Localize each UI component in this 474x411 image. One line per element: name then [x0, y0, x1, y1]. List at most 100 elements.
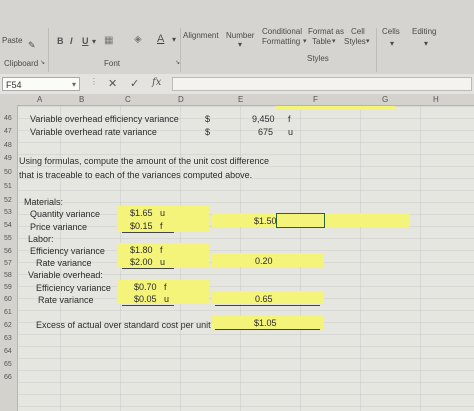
insert-function-icon[interactable]: fx [152, 77, 161, 88]
row-number[interactable]: 58 [4, 272, 12, 279]
cell-a57[interactable]: Rate variance [36, 258, 92, 268]
cell-a56[interactable]: Efficiency variance [30, 246, 105, 256]
row-number[interactable]: 53 [4, 209, 12, 216]
styles-group-label: Styles [307, 54, 329, 63]
column-header-a[interactable]: A [37, 95, 42, 104]
cell-b47[interactable]: Variable overhead rate variance [30, 127, 157, 137]
italic-button[interactable]: I [70, 36, 73, 46]
cell-a52[interactable]: Materials: [24, 197, 63, 207]
cell-e54[interactable]: $1.50 [254, 216, 277, 226]
cell-c60[interactable]: $0.05 [134, 294, 157, 304]
font-group-label: Font [104, 59, 121, 68]
selected-cell-F54[interactable] [276, 213, 325, 228]
editing-button[interactable]: Editing [412, 27, 436, 36]
format-as-table-line2[interactable]: Table [312, 37, 331, 46]
chevron-down-icon[interactable]: ▾ [172, 35, 176, 44]
chevron-down-icon: ▾ [238, 40, 243, 49]
row-number[interactable]: 52 [4, 197, 12, 204]
column-header-e[interactable]: E [238, 95, 243, 104]
cell-a58[interactable]: Variable overhead: [28, 270, 103, 280]
name-box[interactable]: F54 ▾ [2, 77, 80, 91]
row-number[interactable]: 46 [4, 115, 12, 122]
formula-bar: F54 ▾ ⋮ ✕ ✓ fx [0, 74, 474, 95]
cells-button[interactable]: Cells [382, 27, 400, 36]
cell-a55[interactable]: Labor: [28, 234, 54, 244]
cell-b46[interactable]: Variable overhead efficiency variance [30, 114, 179, 124]
cell-styles-line1[interactable]: Cell [351, 27, 365, 36]
column-header-g[interactable]: G [382, 95, 388, 104]
cell-e47[interactable]: 675 [258, 127, 273, 137]
cell-a53[interactable]: Quantity variance [30, 209, 100, 219]
cell-d47[interactable]: $ [205, 127, 210, 137]
chevron-down-icon[interactable]: ▾ [92, 37, 96, 46]
format-painter-icon[interactable]: ✎ [28, 40, 36, 51]
cell-c59-tag: f [164, 282, 167, 292]
cell-a49[interactable]: Using formulas, compute the amount of th… [19, 156, 269, 166]
column-header-c[interactable]: C [125, 95, 131, 104]
row-number[interactable]: 65 [4, 361, 12, 368]
row-number[interactable]: 57 [4, 260, 12, 267]
cell-a50[interactable]: that is traceable to each of the varianc… [19, 170, 252, 180]
underline-button[interactable]: U [82, 36, 89, 46]
row-number[interactable]: 54 [4, 222, 12, 229]
row-number[interactable]: 56 [4, 248, 12, 255]
cell-styles-line2[interactable]: Styles [344, 37, 366, 46]
cell-e46[interactable]: 9,450 [252, 114, 275, 124]
conditional-formatting-line2[interactable]: Formatting [262, 37, 300, 46]
fill-color-icon[interactable]: ◈ [134, 34, 142, 45]
column-header-b[interactable]: B [79, 95, 84, 104]
alignment-button[interactable]: Alignment [183, 31, 219, 40]
column-header-d[interactable]: D [178, 95, 184, 104]
chevron-down-icon[interactable]: ▾ [72, 78, 76, 92]
row-number[interactable]: 51 [4, 183, 12, 190]
cell-e60[interactable]: 0.65 [255, 294, 273, 304]
cell-a60[interactable]: Rate variance [38, 295, 94, 305]
column-header-f[interactable]: F [313, 95, 318, 104]
row-number[interactable]: 59 [4, 284, 12, 291]
enter-icon[interactable]: ✓ [130, 77, 139, 90]
ribbon-separator [180, 28, 181, 72]
cell-d46[interactable]: $ [205, 114, 210, 124]
cell-a59[interactable]: Efficiency variance [36, 283, 111, 293]
row-number[interactable]: 49 [4, 155, 12, 162]
underline [122, 232, 174, 233]
borders-icon[interactable]: ▦ [104, 35, 113, 46]
underline [215, 329, 320, 330]
chevron-down-icon: ▾ [424, 39, 429, 48]
row-number[interactable]: 66 [4, 374, 12, 381]
row-number[interactable]: 47 [4, 128, 12, 135]
font-color-button[interactable]: A [157, 33, 164, 45]
row-number[interactable]: 60 [4, 296, 12, 303]
cell-e62[interactable]: $1.05 [254, 318, 277, 328]
conditional-formatting-line1[interactable]: Conditional [262, 27, 302, 36]
cell-e46-tag: f [288, 114, 291, 124]
cell-c54[interactable]: $0.15 [130, 221, 153, 231]
bold-button[interactable]: B [57, 36, 64, 46]
row-number[interactable]: 50 [4, 169, 12, 176]
number-button[interactable]: Number [226, 31, 254, 40]
underline [122, 305, 174, 306]
format-as-table-line1[interactable]: Format as [308, 27, 344, 36]
cell-c53[interactable]: $1.65 [130, 208, 153, 218]
cell-c57[interactable]: $2.00 [130, 257, 153, 267]
cell-e57[interactable]: 0.20 [255, 256, 273, 266]
chevron-down-icon: ▾ [332, 38, 336, 45]
cell-c56[interactable]: $1.80 [130, 245, 153, 255]
row-number[interactable]: 64 [4, 348, 12, 355]
dialog-launcher-icon[interactable]: ↘ [40, 59, 45, 66]
cell-a54[interactable]: Price variance [30, 222, 87, 232]
cell-e47-tag: u [288, 127, 294, 137]
row-number[interactable]: 55 [4, 235, 12, 242]
cancel-icon[interactable]: ✕ [108, 77, 117, 90]
ribbon-separator [48, 28, 49, 72]
cell-a62[interactable]: Excess of actual over standard cost per … [36, 320, 211, 330]
column-headers: A B C D E F G H [0, 94, 474, 106]
paste-button[interactable]: Paste [2, 36, 22, 45]
row-number[interactable]: 61 [4, 309, 12, 316]
row-number[interactable]: 63 [4, 335, 12, 342]
cell-c59[interactable]: $0.70 [134, 282, 157, 292]
formula-input[interactable] [172, 77, 472, 91]
row-number[interactable]: 48 [4, 142, 12, 149]
column-header-h[interactable]: H [433, 95, 439, 104]
row-number[interactable]: 62 [4, 322, 12, 329]
